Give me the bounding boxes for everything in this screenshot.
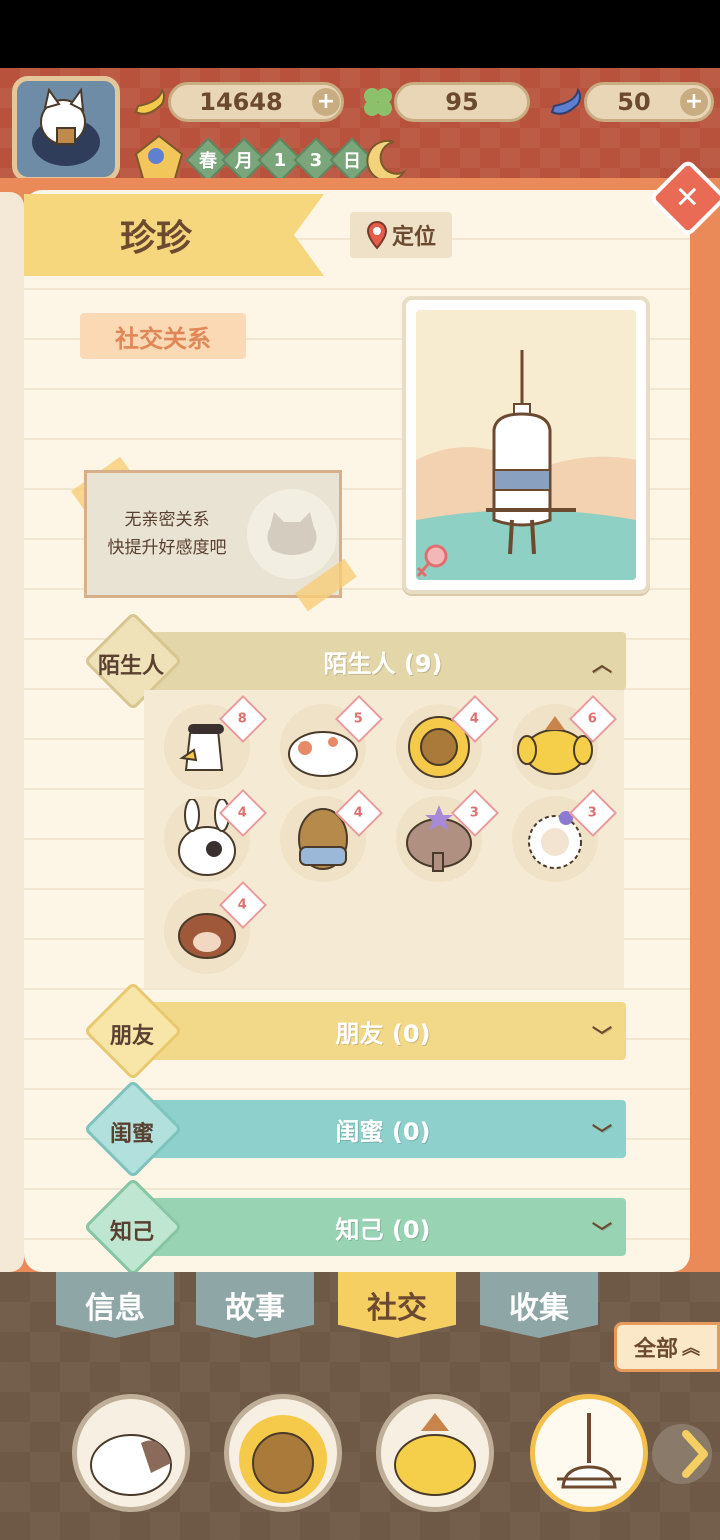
friend-category-title: 朋友 (0) [335, 1019, 431, 1048]
no-relation-card: 无亲密关系 快提升好感度吧 [84, 470, 342, 598]
stranger-category-title: 陌生人 (9) [323, 649, 443, 678]
placeholder-cat-icon [247, 489, 337, 579]
bestie-category-header[interactable]: 闺蜜 (0) ﹀ [140, 1100, 626, 1158]
friend-tag-label: 朋友 [110, 1024, 155, 1049]
friend-category-header[interactable]: 朋友 (0) ﹀ [140, 1002, 626, 1060]
clover-counter: 95 [394, 82, 530, 122]
female-gender-icon [410, 540, 454, 584]
character-avatar-syringe[interactable] [530, 1394, 648, 1512]
close-icon: ✕ [675, 180, 701, 216]
no-relation-line1: 无亲密关系 [124, 510, 210, 530]
all-button-label: 全部 [633, 1337, 678, 1362]
soulmate-category-header[interactable]: 知己 (0) ﹀ [140, 1198, 626, 1256]
player-cat-icon [32, 87, 100, 166]
soulmate-category-title: 知己 (0) [335, 1215, 431, 1244]
stranger-category-header[interactable]: 陌生人 (9) ︿ [140, 632, 626, 690]
character-name-banner: 珍珍 [24, 194, 324, 276]
chevron-up-icon: ︿ [592, 652, 612, 676]
weather-icon [134, 134, 184, 184]
locate-label: 定位 [391, 225, 436, 250]
bestie-category-title: 闺蜜 (0) [335, 1117, 431, 1146]
social-relations-label: 社交关系 [80, 313, 246, 359]
moon-icon [364, 138, 410, 182]
character-portrait-card [402, 296, 650, 594]
blue-banana-icon [546, 82, 586, 122]
date-display: 春 月 1 3 日 [185, 137, 375, 183]
tab-social[interactable]: 社交 [338, 1272, 456, 1338]
character-name: 珍珍 [120, 217, 193, 259]
next-page-arrow-icon[interactable] [652, 1420, 720, 1488]
syringe-avatar-icon [557, 1413, 621, 1489]
tab-collect[interactable]: 收集 [480, 1272, 598, 1338]
tab-info[interactable]: 信息 [56, 1272, 174, 1338]
chevron-down-icon: ﹀ [592, 1024, 612, 1048]
character-avatar-sunflower[interactable] [224, 1394, 342, 1512]
soulmate-tag-label: 知己 [110, 1220, 155, 1245]
no-relation-message: 无亲密关系 快提升好感度吧 [87, 506, 247, 562]
character-avatar-dog[interactable] [376, 1394, 494, 1512]
dog-avatar-icon [394, 1413, 476, 1496]
notebook-spine [0, 192, 24, 1272]
character-avatar-cat[interactable] [72, 1394, 190, 1512]
add-banana-button[interactable]: + [312, 88, 340, 116]
add-blue-banana-button[interactable]: + [680, 88, 708, 116]
location-pin-icon [366, 220, 387, 250]
player-avatar[interactable] [12, 76, 120, 182]
chevron-down-icon: ﹀ [592, 1220, 612, 1244]
bestie-tag-label: 闺蜜 [110, 1122, 155, 1147]
all-button[interactable]: 全部 ︽ [614, 1322, 720, 1372]
double-chevron-up-icon: ︽ [682, 1338, 700, 1359]
no-relation-line2: 快提升好感度吧 [107, 538, 227, 558]
cat-avatar-icon [90, 1434, 172, 1496]
stranger-tag-label: 陌生人 [98, 654, 165, 679]
locate-button[interactable]: 定位 [350, 212, 452, 258]
chevron-down-icon: ﹀ [592, 1122, 612, 1146]
clover-icon [358, 82, 398, 122]
sunflower-avatar-icon [239, 1415, 327, 1503]
banana-icon [130, 82, 170, 122]
tab-story[interactable]: 故事 [196, 1272, 314, 1338]
